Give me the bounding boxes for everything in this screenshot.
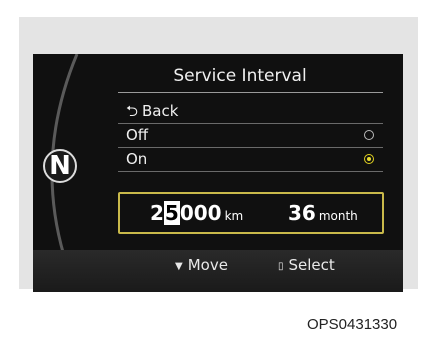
back-label: Back [142,102,179,120]
figure-code: OPS0431330 [307,316,398,333]
months-value[interactable]: 36 month [288,201,358,225]
menu-item-off[interactable]: Off [118,124,383,148]
on-label: On [126,150,148,168]
move-label: Move [187,256,228,274]
screen-title: Service Interval [173,66,307,86]
title-divider [118,92,383,93]
off-radio[interactable] [364,130,374,140]
back-arrow-icon: ⮌ [126,102,139,120]
menu-item-on[interactable]: On [118,148,383,172]
months-number: 36 [288,201,316,225]
select-label: Select [288,256,335,274]
gear-indicator: N [43,149,77,183]
distance-selected-digit[interactable]: 5 [163,201,180,225]
menu-item-back[interactable]: ⮌ Back [118,100,383,124]
interval-value-box[interactable]: 25000 km 36 month [118,192,384,234]
distance-value[interactable]: 25000 km [150,201,243,225]
select-button-icon: ▯ [278,261,284,272]
on-radio[interactable] [364,154,374,164]
distance-digits-rest: 000 [179,201,222,225]
distance-digit: 2 [150,201,164,225]
move-hint: ▼ Move [175,256,228,274]
months-unit: month [318,209,358,223]
off-label: Off [126,126,149,144]
down-triangle-icon: ▼ [175,261,183,272]
footer-hints: ▼ Move ▯ Select [95,253,385,277]
select-hint: ▯ Select [278,256,335,274]
distance-unit: km [224,209,244,223]
